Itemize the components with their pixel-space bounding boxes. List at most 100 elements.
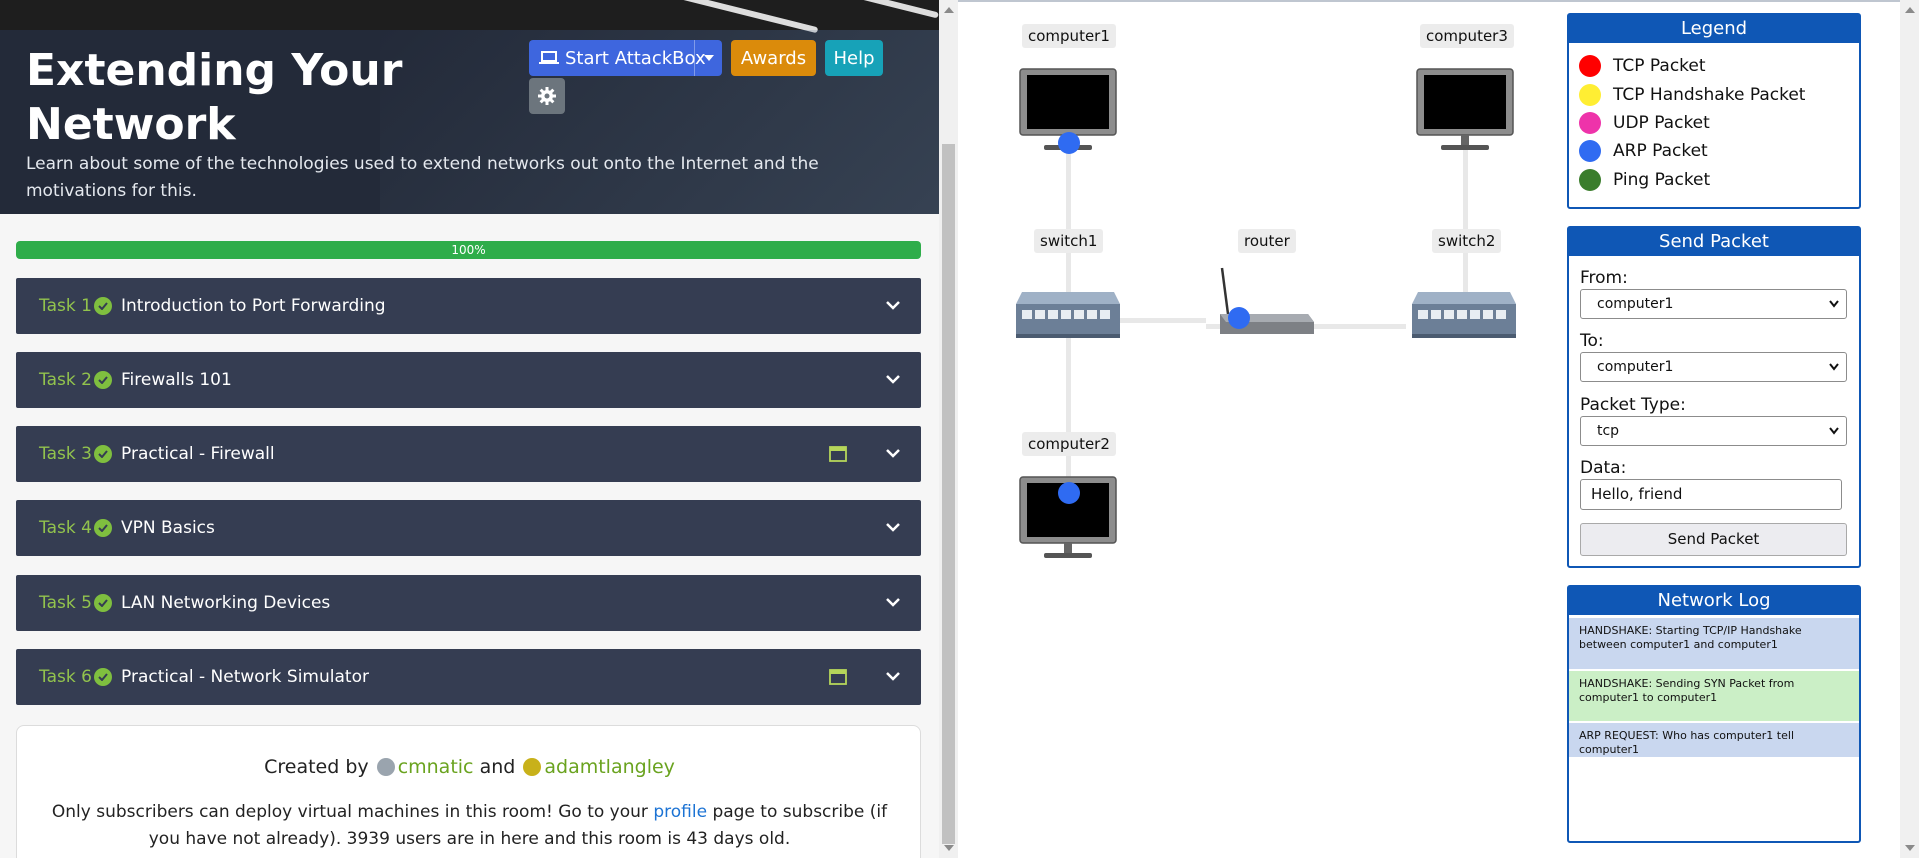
subscriber-notice: Only subscribers can deploy virtual mach… <box>47 799 892 853</box>
send-packet-panel: Send Packet From: computer1 To: computer… <box>1567 226 1861 568</box>
help-button[interactable]: Help <box>825 40 883 76</box>
right-scrollbar[interactable] <box>1900 0 1919 858</box>
credits-joiner: and <box>479 756 516 778</box>
room-description: Learn about some of the technologies use… <box>26 154 819 201</box>
node-label-computer3: computer3 <box>1420 24 1514 48</box>
legend-label: TCP Packet <box>1613 56 1706 76</box>
task-number: Task 2 <box>39 370 92 390</box>
from-label: From: <box>1580 268 1628 288</box>
chevron-down-icon <box>1829 363 1839 371</box>
task-title: Firewalls 101 <box>121 370 232 390</box>
task-4[interactable]: Task 4 VPN Basics <box>16 500 921 556</box>
chevron-down-icon[interactable] <box>885 371 901 387</box>
author-link-cmnatic[interactable]: cmnatic <box>398 756 474 778</box>
start-attackbox-button[interactable]: Start AttackBox <box>529 40 722 76</box>
check-circle-icon <box>94 371 112 389</box>
check-circle-icon <box>94 297 112 315</box>
scroll-down-icon[interactable] <box>1905 845 1915 851</box>
legend-item: TCP Packet <box>1579 55 1706 77</box>
chevron-down-icon[interactable] <box>885 668 901 684</box>
profile-link[interactable]: profile <box>653 802 707 822</box>
log-entry: HANDSHAKE: Starting TCP/IP Handshake bet… <box>1569 618 1859 669</box>
task-number: Task 1 <box>39 296 92 316</box>
tcp-packet-dot <box>1579 55 1601 77</box>
switch2-icon[interactable] <box>1410 290 1518 340</box>
chevron-down-icon[interactable] <box>885 594 901 610</box>
from-select[interactable]: computer1 <box>1580 289 1847 319</box>
left-scrollbar[interactable] <box>939 0 958 858</box>
legend-item: ARP Packet <box>1579 140 1708 162</box>
node-label-switch1: switch1 <box>1034 229 1104 253</box>
room-header: Extending Your Network Learn about some … <box>0 0 939 214</box>
check-circle-icon <box>94 668 112 686</box>
task-number: Task 5 <box>39 593 92 613</box>
switch1-icon[interactable] <box>1014 290 1122 340</box>
task-number: Task 4 <box>39 518 92 538</box>
from-select-value: computer1 <box>1597 296 1674 312</box>
packet-type-select[interactable]: tcp <box>1580 416 1847 446</box>
page-title: Extending Your Network <box>26 45 403 150</box>
created-by: Created by cmnatic and adamtlangley <box>17 756 922 778</box>
network-simulator: computer1 computer3 switch1 router switc… <box>958 0 1900 858</box>
packet-arp <box>1058 132 1080 154</box>
scroll-up-icon[interactable] <box>1905 7 1915 13</box>
progress-bar: 100% <box>16 241 921 259</box>
chevron-down-icon[interactable] <box>885 519 901 535</box>
author-link-adamtlangley[interactable]: adamtlangley <box>544 756 675 778</box>
packet-type-value: tcp <box>1597 423 1620 439</box>
node-label-router: router <box>1238 229 1296 253</box>
packet-arp <box>1058 482 1080 504</box>
task-title: Practical - Network Simulator <box>121 667 369 687</box>
task-5[interactable]: Task 5 LAN Networking Devices <box>16 575 921 631</box>
legend-title: Legend <box>1569 15 1859 43</box>
to-label: To: <box>1580 331 1604 351</box>
log-entry: HANDSHAKE: Sending SYN Packet from compu… <box>1569 671 1859 721</box>
legend-label: Ping Packet <box>1613 170 1711 190</box>
legend-item: UDP Packet <box>1579 112 1710 134</box>
task-title: Introduction to Port Forwarding <box>121 296 386 316</box>
awards-button[interactable]: Awards <box>731 40 816 76</box>
avatar <box>523 758 542 776</box>
send-packet-button[interactable]: Send Packet <box>1580 523 1847 556</box>
task-title: VPN Basics <box>121 518 215 538</box>
task-title: Practical - Firewall <box>121 444 275 464</box>
scroll-up-icon[interactable] <box>944 7 954 13</box>
settings-button[interactable] <box>529 78 565 114</box>
node-label-switch2: switch2 <box>1432 229 1502 253</box>
packet-arp <box>1228 307 1250 329</box>
legend-item: TCP Handshake Packet <box>1579 84 1805 106</box>
legend-panel: Legend TCP Packet TCP Handshake Packet U… <box>1567 13 1861 209</box>
avatar <box>376 758 395 776</box>
task-1[interactable]: Task 1 Introduction to Port Forwarding <box>16 278 921 334</box>
router-icon[interactable] <box>1216 264 1316 340</box>
legend-label: ARP Packet <box>1613 141 1708 161</box>
computer3-monitor-icon[interactable] <box>1416 68 1514 154</box>
log-entry: ARP REQUEST: Who has computer1 tell comp… <box>1569 723 1859 757</box>
caret-down-icon <box>703 55 714 61</box>
task-2[interactable]: Task 2 Firewalls 101 <box>16 352 921 408</box>
network-log-panel: Network Log HANDSHAKE: Starting TCP/IP H… <box>1567 585 1861 843</box>
scrollbar-thumb[interactable] <box>942 144 955 844</box>
task-title: LAN Networking Devices <box>121 593 331 613</box>
chevron-down-icon[interactable] <box>885 445 901 461</box>
task-6[interactable]: Task 6 Practical - Network Simulator <box>16 649 921 705</box>
legend-label: UDP Packet <box>1613 113 1710 133</box>
attackbox-dropdown-toggle[interactable] <box>694 40 722 76</box>
scroll-down-icon[interactable] <box>944 845 954 851</box>
check-circle-icon <box>94 445 112 463</box>
legend-label: TCP Handshake Packet <box>1613 85 1806 105</box>
gear-icon <box>538 87 556 105</box>
chevron-down-icon[interactable] <box>885 297 901 313</box>
attackbox-label: Start AttackBox <box>565 47 706 69</box>
data-input[interactable]: Hello, friend <box>1580 479 1842 510</box>
chevron-down-icon <box>1829 300 1839 308</box>
calendar-icon <box>829 446 847 462</box>
notice-text: Only subscribers can deploy virtual mach… <box>51 802 648 822</box>
to-select[interactable]: computer1 <box>1580 352 1847 382</box>
send-packet-title: Send Packet <box>1569 228 1859 256</box>
node-label-computer1: computer1 <box>1022 24 1116 48</box>
legend-item: Ping Packet <box>1579 169 1710 191</box>
chevron-down-icon <box>1829 427 1839 435</box>
check-circle-icon <box>94 519 112 537</box>
task-3[interactable]: Task 3 Practical - Firewall <box>16 426 921 482</box>
